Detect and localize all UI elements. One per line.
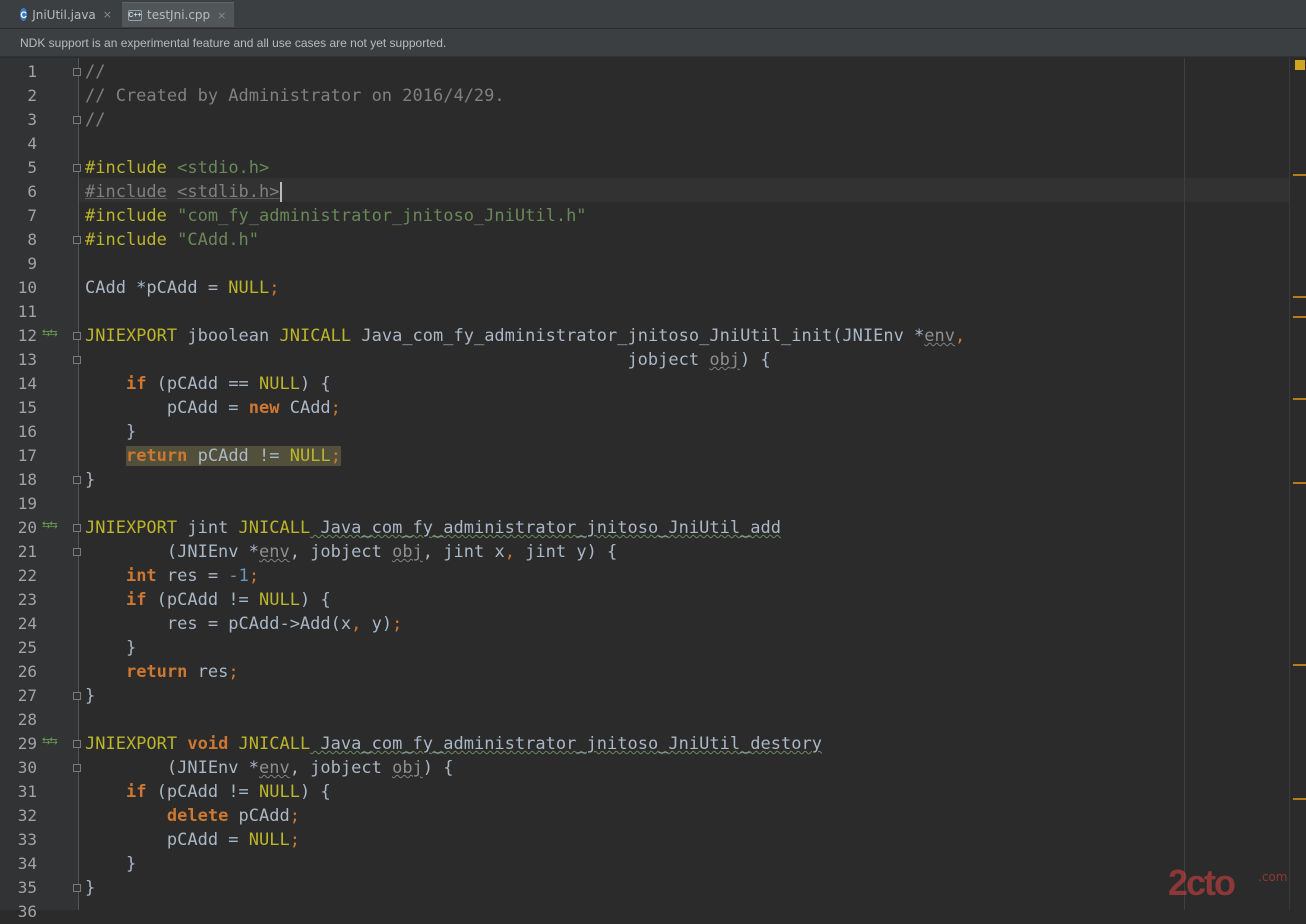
stripe-marker[interactable] [1293,482,1306,484]
code-line-15: pCAdd = new CAdd; [85,398,341,418]
line-number[interactable]: 32 [0,804,37,828]
line-number[interactable]: 10 [0,276,37,300]
right-margin-guide [1184,58,1185,910]
code-line-20: JNIEXPORT jint JNICALL Java_com_fy_admin… [85,518,782,538]
line-number[interactable]: 16 [0,420,37,444]
line-number[interactable]: 36 [0,900,37,924]
line-number[interactable]: 35 [0,876,37,900]
implementation-marker-icon[interactable]: ⇆⇆ [42,514,58,538]
watermark-suffix: .com [1258,870,1288,884]
line-number[interactable]: 13 [0,348,37,372]
line-number[interactable]: 7 [0,204,37,228]
implementation-marker-icon[interactable]: ⇆⇆ [42,730,58,754]
line-number[interactable]: 19 [0,492,37,516]
code-line-12: JNIEXPORT jboolean JNICALL Java_com_fy_a… [85,326,966,346]
code-line-2: // Created by Administrator on 2016/4/29… [85,86,505,106]
line-number[interactable]: 24 [0,612,37,636]
code-line-23: if (pCAdd != NULL) { [125,590,331,610]
error-stripe[interactable] [1289,58,1306,910]
ndk-notification-banner: NDK support is an experimental feature a… [0,29,1306,57]
line-number[interactable]: 3 [0,108,37,132]
code-line-26: return res; [125,662,239,682]
line-number[interactable]: 6 [0,180,37,204]
close-icon[interactable]: × [103,8,112,21]
line-number[interactable]: 26 [0,660,37,684]
line-number[interactable]: 20 [0,516,37,540]
line-number[interactable]: 31 [0,780,37,804]
line-number[interactable]: 18 [0,468,37,492]
tab-label: JniUtil.java [32,7,96,22]
close-icon[interactable]: × [217,9,226,22]
line-number[interactable]: 28 [0,708,37,732]
code-line-31: if (pCAdd != NULL) { [125,782,331,802]
inspection-status-icon[interactable] [1295,60,1305,70]
tab-jniutil-java[interactable]: C JniUtil.java × [14,2,120,27]
stripe-marker[interactable] [1293,398,1306,400]
code-line-7: #include "com_fy_administrator_jnitoso_J… [85,206,587,226]
line-number[interactable]: 8 [0,228,37,252]
line-number[interactable]: 2 [0,84,37,108]
code-line-22: int res = -1; [125,566,260,586]
code-line-13: jobject obj) { [85,350,771,370]
cpp-file-icon: C++ [128,9,142,21]
line-number[interactable]: 29 [0,732,37,756]
stripe-marker[interactable] [1293,296,1306,298]
stripe-marker[interactable] [1293,664,1306,666]
code-line-21: (JNIEnv *env, jobject obj, jint x, jint … [85,542,618,562]
tab-testjni-cpp[interactable]: C++ testJni.cpp × [122,2,234,27]
line-number[interactable]: 25 [0,636,37,660]
code-line-8: #include "CAdd.h" [85,230,260,250]
code-line-33: pCAdd = NULL; [85,830,300,850]
line-number[interactable]: 34 [0,852,37,876]
code-line-25: } [85,638,137,658]
code-line-34: } [85,854,137,874]
code-line-24: res = pCAdd->Add(x, y); [85,614,403,634]
code-line-1: // [85,62,106,82]
code-line-18: } [85,470,96,490]
stripe-marker[interactable] [1293,316,1306,318]
line-number[interactable]: 9 [0,252,37,276]
code-line-3: // [85,110,106,130]
code-line-17: return pCAdd != NULL; [125,446,341,466]
line-number[interactable]: 30 [0,756,37,780]
line-number[interactable]: 14 [0,372,37,396]
code-line-16: } [85,422,137,442]
code-line-14: if (pCAdd == NULL) { [125,374,331,394]
line-number[interactable]: 17 [0,444,37,468]
stripe-marker[interactable] [1293,174,1306,176]
line-number[interactable]: 22 [0,564,37,588]
watermark-logo: 2cto [1168,862,1236,903]
line-number[interactable]: 27 [0,684,37,708]
line-number[interactable]: 5 [0,156,37,180]
code-line-32: delete pCAdd; [166,806,300,826]
line-number[interactable]: 1 [0,60,37,84]
code-line-5: #include <stdio.h> [85,158,270,178]
editor-tab-bar: C JniUtil.java × C++ testJni.cpp × [0,0,1306,29]
code-editor[interactable]: // // Created by Administrator on 2016/4… [79,58,1289,910]
code-line-29: JNIEXPORT void JNICALL Java_com_fy_admin… [85,734,822,754]
stripe-marker[interactable] [1293,798,1306,800]
text-caret [279,182,282,202]
line-number[interactable]: 11 [0,300,37,324]
line-number[interactable]: 21 [0,540,37,564]
line-number[interactable]: 33 [0,828,37,852]
line-number[interactable]: 12 [0,324,37,348]
code-line-10: CAdd *pCAdd = NULL; [85,278,280,298]
code-line-6: #include <stdlib.h> [85,182,282,202]
code-line-27: } [85,686,96,706]
code-line-35: } [85,878,96,898]
line-number[interactable]: 4 [0,132,37,156]
implementation-marker-icon[interactable]: ⇆⇆ [42,322,58,346]
code-line-30: (JNIEnv *env, jobject obj) { [85,758,454,778]
line-number[interactable]: 15 [0,396,37,420]
line-number-gutter[interactable]: 1 2 3 4 5 6 7 8 9 10 11 12 13 14 15 16 17 18 19 20 21 22 23 24 2… [0,58,81,921]
tab-label: testJni.cpp [147,8,211,22]
java-class-icon: C [20,8,28,21]
line-number[interactable]: 23 [0,588,37,612]
